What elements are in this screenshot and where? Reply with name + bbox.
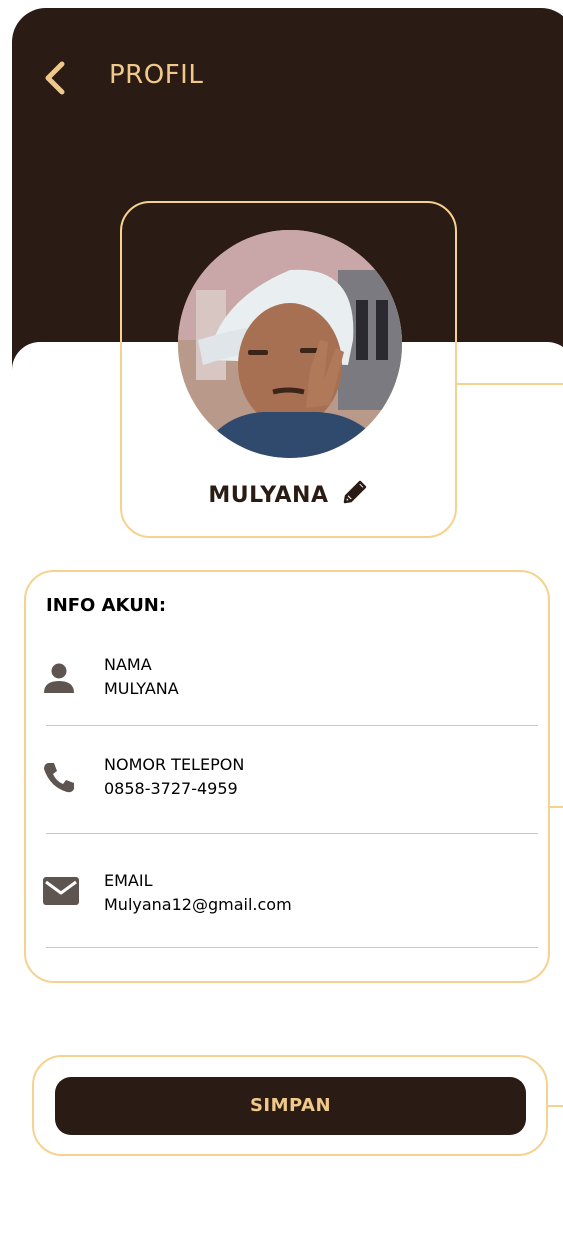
chevron-left-icon [45,61,65,95]
save-connector-line [548,1105,563,1107]
mail-icon [43,877,79,905]
profile-photo [178,230,402,458]
name-value: MULYANA [104,679,179,698]
info-connector-line [550,806,563,808]
name-label: NAMA [104,655,152,674]
profile-name-row: MULYANA [120,478,457,511]
person-icon [44,663,74,693]
phone-value: 0858-3727-4959 [104,779,238,798]
pencil-icon [343,480,366,504]
info-heading: INFO AKUN: [46,595,167,616]
phone-label: NOMOR TELEPON [104,755,245,774]
back-button[interactable] [40,58,70,98]
divider [46,725,538,726]
email-label: EMAIL [104,871,153,890]
info-row-phone[interactable]: NOMOR TELEPON 0858-3727-4959 [42,754,538,814]
profile-name: MULYANA [208,483,329,508]
edit-name-button[interactable] [341,478,369,506]
page-title: PROFIL [109,60,204,90]
info-row-email[interactable]: EMAIL Mulyana12@gmail.com [42,870,538,930]
phone-screen: PROFIL MULYANA INFO AKUN: NAMA MULYANA N… [12,8,563,1238]
phone-icon [44,763,74,793]
divider [46,833,538,834]
save-button[interactable]: SIMPAN [55,1077,526,1135]
profile-connector-line [457,383,563,385]
email-value: Mulyana12@gmail.com [104,895,292,914]
divider [46,947,538,948]
avatar[interactable] [178,230,402,458]
info-row-name[interactable]: NAMA MULYANA [42,654,538,714]
